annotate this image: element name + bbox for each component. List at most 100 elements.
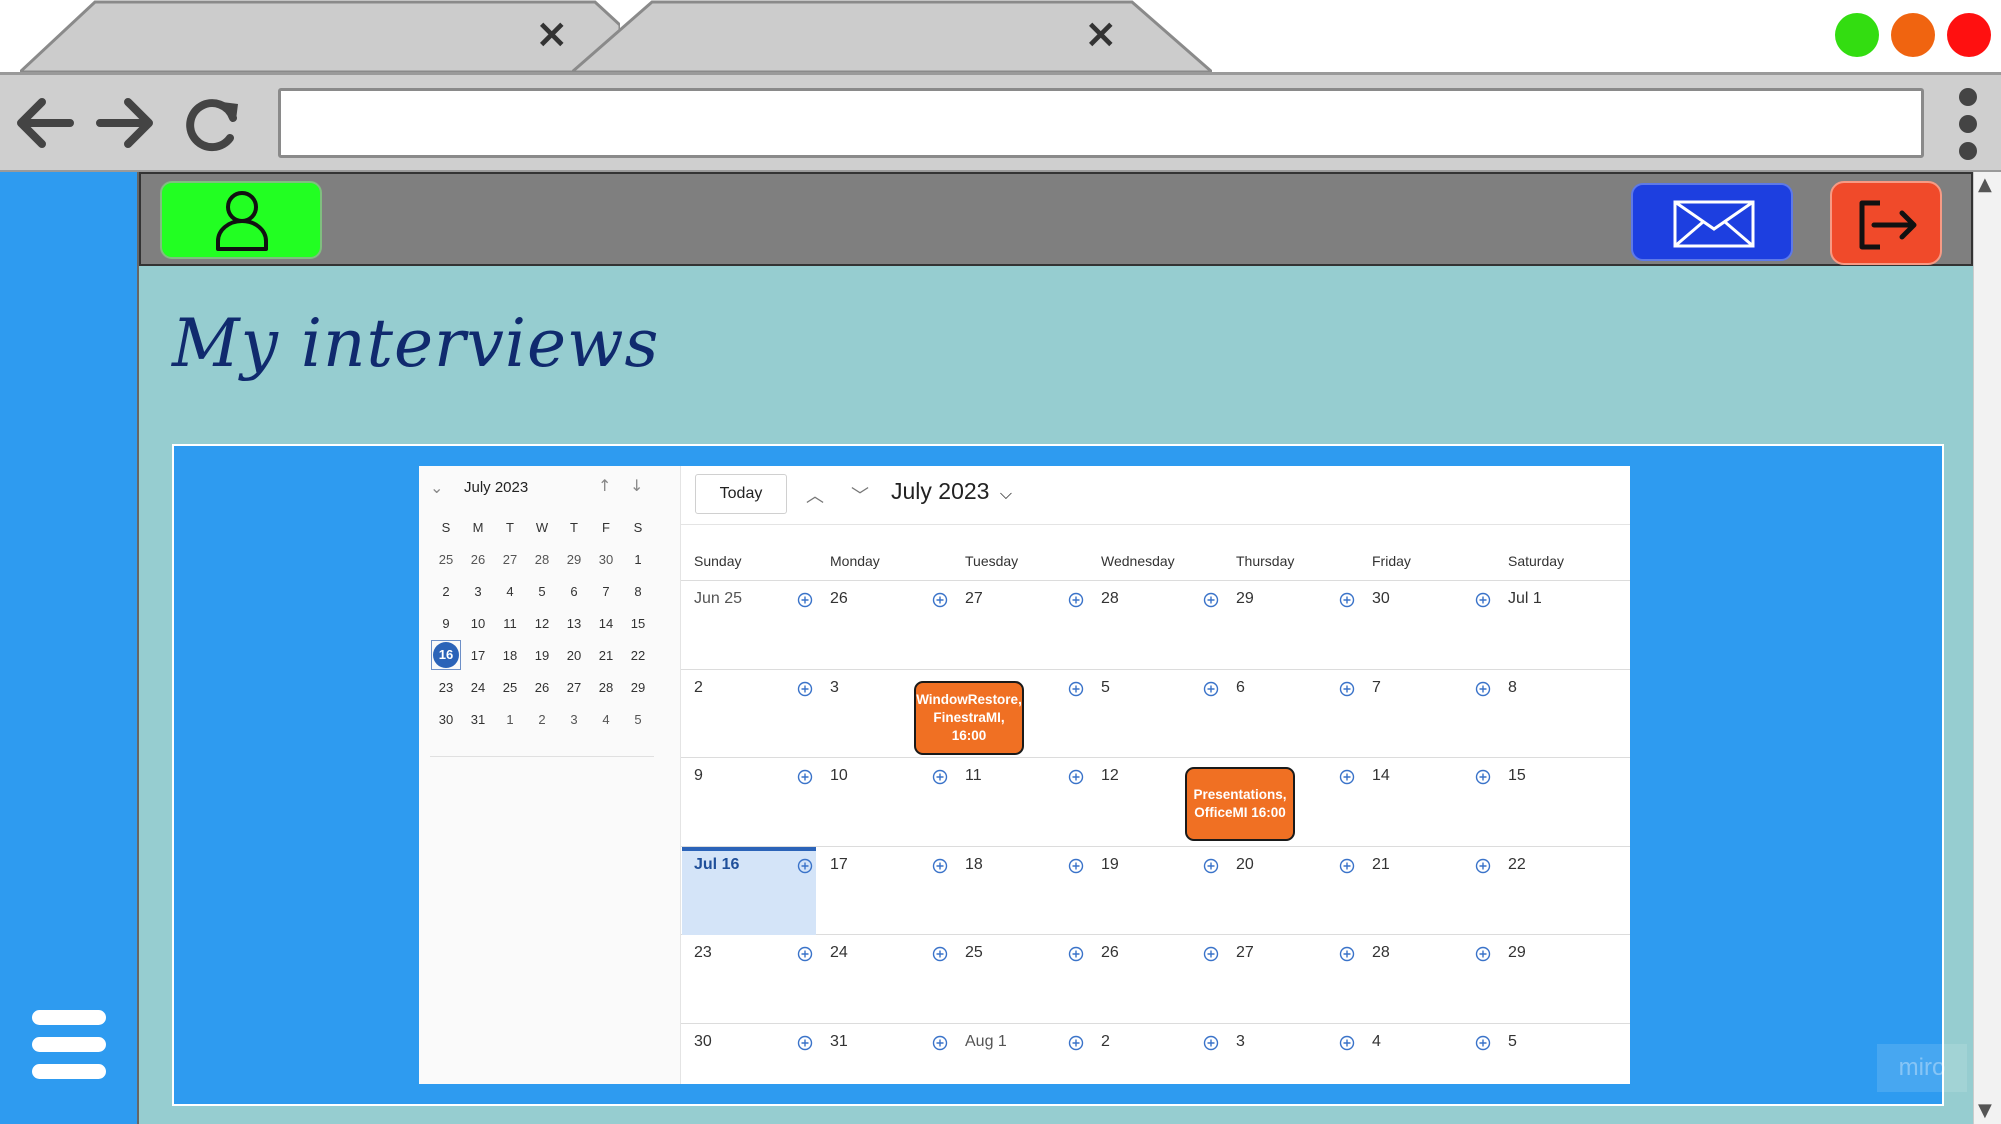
day-number[interactable]: 8: [1508, 679, 1517, 697]
day-number[interactable]: 25: [965, 944, 983, 962]
mini-day[interactable]: 14: [590, 616, 622, 631]
add-event-icon[interactable]: [1068, 1035, 1084, 1051]
mini-day[interactable]: 4: [494, 584, 526, 599]
day-number[interactable]: Jun 25: [694, 590, 742, 608]
add-event-icon[interactable]: [1475, 946, 1491, 962]
mini-day[interactable]: 4: [590, 712, 622, 727]
day-number[interactable]: 20: [1236, 856, 1254, 874]
messages-button[interactable]: [1631, 183, 1793, 261]
add-event-icon[interactable]: [932, 858, 948, 874]
add-event-icon[interactable]: [1339, 769, 1355, 785]
day-number[interactable]: 28: [1101, 590, 1119, 608]
mini-day[interactable]: 23: [430, 680, 462, 695]
add-event-icon[interactable]: [932, 1035, 948, 1051]
mini-day[interactable]: 28: [590, 680, 622, 695]
day-number[interactable]: 3: [830, 679, 839, 697]
mini-day[interactable]: 26: [526, 680, 558, 695]
mini-day[interactable]: 18: [494, 648, 526, 663]
day-number[interactable]: 14: [1372, 767, 1390, 785]
day-number[interactable]: 24: [830, 944, 848, 962]
day-number[interactable]: 9: [694, 767, 703, 785]
mini-day[interactable]: 2: [526, 712, 558, 727]
previous-month-arrow-icon[interactable]: ↑: [598, 476, 611, 495]
reload-icon[interactable]: [178, 88, 248, 158]
add-event-icon[interactable]: [1203, 681, 1219, 697]
window-close-button[interactable]: [1947, 13, 1991, 57]
mini-day[interactable]: 5: [622, 712, 654, 727]
day-number[interactable]: 5: [1101, 679, 1110, 697]
day-number[interactable]: 26: [1101, 944, 1119, 962]
mini-day[interactable]: 11: [494, 616, 526, 631]
browser-tab-1[interactable]: [20, 0, 620, 72]
add-event-icon[interactable]: [1339, 858, 1355, 874]
next-month-arrow-icon[interactable]: ↓: [630, 476, 643, 495]
day-number[interactable]: 31: [830, 1033, 848, 1051]
mini-day[interactable]: 24: [462, 680, 494, 695]
day-number[interactable]: 2: [1101, 1033, 1110, 1051]
add-event-icon[interactable]: [1203, 592, 1219, 608]
add-event-icon[interactable]: [1475, 592, 1491, 608]
scroll-down-icon[interactable]: ▼: [1978, 1100, 1992, 1121]
add-event-icon[interactable]: [1339, 946, 1355, 962]
day-number[interactable]: 27: [965, 590, 983, 608]
day-number[interactable]: 15: [1508, 767, 1526, 785]
day-number[interactable]: Aug 1: [965, 1033, 1007, 1051]
add-event-icon[interactable]: [797, 858, 813, 874]
mini-day[interactable]: 19: [526, 648, 558, 663]
add-event-icon[interactable]: [932, 946, 948, 962]
add-event-icon[interactable]: [1339, 1035, 1355, 1051]
add-event-icon[interactable]: [1475, 769, 1491, 785]
add-event-icon[interactable]: [1339, 681, 1355, 697]
add-event-icon[interactable]: [797, 1035, 813, 1051]
mini-day[interactable]: 22: [622, 648, 654, 663]
event-card[interactable]: Presentations, OfficeMI 16:00: [1185, 767, 1295, 841]
mini-day[interactable]: 17: [462, 648, 494, 663]
mini-day[interactable]: 7: [590, 584, 622, 599]
add-event-icon[interactable]: [797, 946, 813, 962]
add-event-icon[interactable]: [932, 592, 948, 608]
mini-day[interactable]: 3: [462, 584, 494, 599]
day-number[interactable]: 26: [830, 590, 848, 608]
day-number[interactable]: 22: [1508, 856, 1526, 874]
day-number[interactable]: 21: [1372, 856, 1390, 874]
day-number[interactable]: 30: [1372, 590, 1390, 608]
day-number[interactable]: 27: [1236, 944, 1254, 962]
mini-day[interactable]: 25: [430, 552, 462, 567]
mini-day[interactable]: 26: [462, 552, 494, 567]
add-event-icon[interactable]: [1068, 592, 1084, 608]
mini-day[interactable]: 30: [430, 712, 462, 727]
add-event-icon[interactable]: [1475, 1035, 1491, 1051]
mini-day[interactable]: 1: [622, 552, 654, 567]
mini-day[interactable]: 28: [526, 552, 558, 567]
day-number[interactable]: 6: [1236, 679, 1245, 697]
address-bar[interactable]: [278, 88, 1924, 158]
day-number[interactable]: 29: [1508, 944, 1526, 962]
day-number[interactable]: 2: [694, 679, 703, 697]
mini-day[interactable]: 2: [430, 584, 462, 599]
day-number[interactable]: Jul 16: [694, 856, 739, 874]
previous-month-chevron-icon[interactable]: ︿: [806, 482, 824, 508]
mini-day[interactable]: 3: [558, 712, 590, 727]
add-event-icon[interactable]: [1068, 946, 1084, 962]
mini-day[interactable]: 5: [526, 584, 558, 599]
mini-day[interactable]: 15: [622, 616, 654, 631]
mini-day[interactable]: 12: [526, 616, 558, 631]
mini-day[interactable]: 25: [494, 680, 526, 695]
next-month-chevron-icon[interactable]: ﹀: [851, 482, 869, 508]
add-event-icon[interactable]: [1339, 592, 1355, 608]
day-number[interactable]: 12: [1101, 767, 1119, 785]
day-number[interactable]: 5: [1508, 1033, 1517, 1051]
mini-day[interactable]: 27: [558, 680, 590, 695]
add-event-icon[interactable]: [1475, 681, 1491, 697]
add-event-icon[interactable]: [1068, 858, 1084, 874]
event-card[interactable]: WindowRestore, FinestraMI, 16:00: [914, 681, 1024, 755]
mini-day[interactable]: 1: [494, 712, 526, 727]
mini-day-selected[interactable]: 16: [430, 640, 462, 670]
today-button[interactable]: Today: [695, 474, 787, 514]
mini-day[interactable]: 29: [558, 552, 590, 567]
day-number[interactable]: 11: [965, 767, 982, 785]
add-event-icon[interactable]: [797, 769, 813, 785]
day-number[interactable]: 19: [1101, 856, 1119, 874]
mini-day[interactable]: 10: [462, 616, 494, 631]
day-number[interactable]: 28: [1372, 944, 1390, 962]
